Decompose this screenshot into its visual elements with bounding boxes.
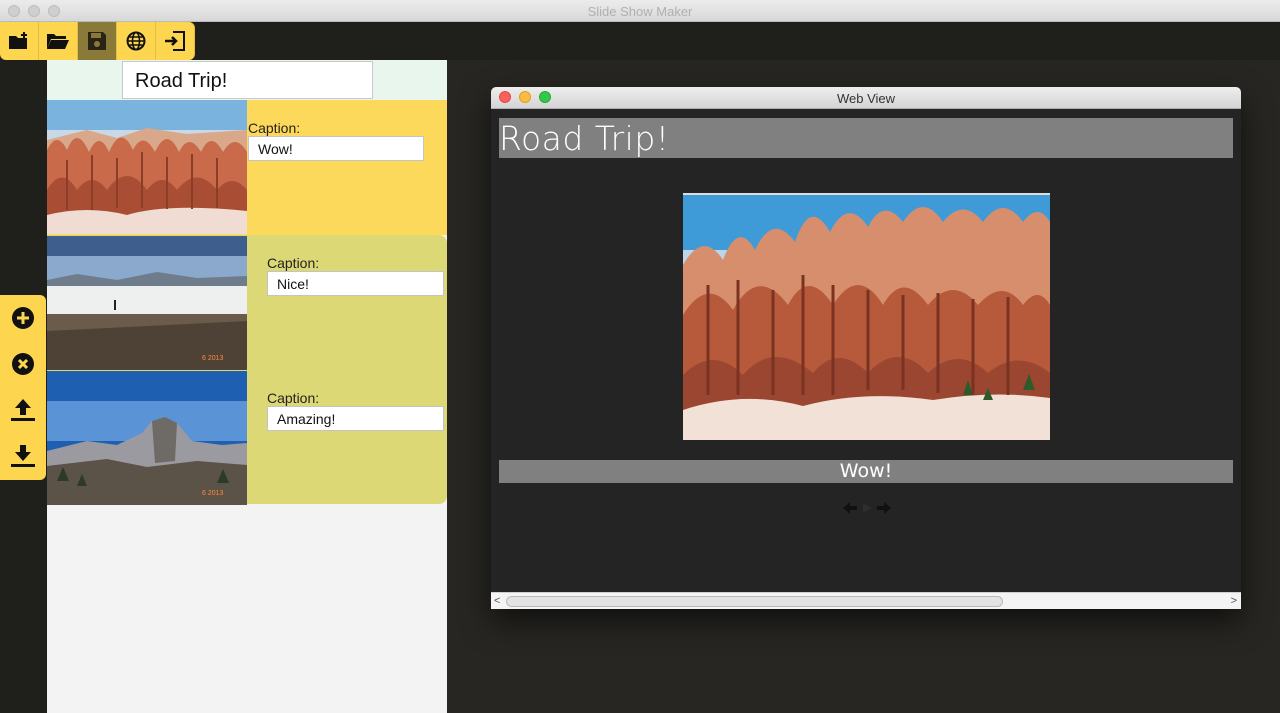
download-icon [11, 445, 35, 467]
slide-list: Caption: Wow! 6 2013 Caption: Nice! 6 20… [47, 100, 447, 505]
slideshow-title-input[interactable]: Road Trip! [122, 61, 373, 99]
svg-text:6 2013: 6 2013 [202, 490, 224, 497]
new-slideshow-button[interactable] [0, 22, 39, 60]
slide-item-2[interactable]: 6 2013 Caption: Nice! [47, 235, 447, 370]
web-view-window: Web View Road Trip! Wow! < > [491, 87, 1241, 609]
current-slide-image [683, 193, 1050, 440]
move-slide-down-button[interactable] [0, 433, 46, 479]
slide-item-1[interactable]: Caption: Wow! [47, 100, 447, 235]
globe-icon [126, 31, 146, 51]
scroll-left-icon[interactable]: < [494, 595, 500, 607]
move-slide-up-button[interactable] [0, 387, 46, 433]
slide-editor-pane: Road Trip! Caption: Wow! 6 2013 Caption:… [47, 60, 447, 713]
x-circle-icon [12, 353, 34, 375]
slide-thumbnail-half-dome[interactable]: 6 2013 [47, 371, 247, 505]
caption-label-2: Caption: [267, 255, 320, 271]
save-disk-icon [88, 32, 106, 50]
window-title: Slide Show Maker [587, 4, 693, 19]
upload-icon [11, 399, 35, 421]
open-slideshow-button[interactable] [39, 22, 78, 60]
slideshow-heading: Road Trip! [499, 118, 1233, 158]
add-slide-button[interactable] [0, 295, 46, 341]
slide-tools [0, 295, 46, 480]
scroll-right-icon[interactable]: > [1231, 595, 1237, 607]
horizontal-scrollbar[interactable]: < > [491, 592, 1241, 609]
svg-text:6 2013: 6 2013 [202, 355, 224, 362]
slide-thumbnail-bryce-canyon[interactable] [47, 100, 247, 234]
view-web-button[interactable] [117, 22, 156, 60]
web-view-title: Web View [836, 91, 896, 106]
caption-input-2[interactable]: Nice! [267, 271, 444, 296]
left-arrow-icon[interactable] [842, 501, 858, 515]
right-arrow-icon[interactable] [876, 501, 892, 515]
save-slideshow-button[interactable] [78, 22, 117, 60]
app-titlebar: Slide Show Maker [0, 0, 1280, 22]
open-folder-icon [47, 34, 69, 49]
remove-slide-button[interactable] [0, 341, 46, 387]
main-toolbar [0, 22, 195, 60]
current-slide-caption: Wow! [499, 460, 1233, 483]
slide-item-3[interactable]: 6 2013 Caption: Amazing! [47, 370, 447, 505]
new-folder-icon [9, 32, 27, 49]
plus-circle-icon [12, 307, 34, 329]
play-icon[interactable] [860, 501, 874, 515]
slide-thumbnail-salt-flats[interactable]: 6 2013 [47, 236, 247, 370]
web-view-titlebar: Web View [491, 87, 1241, 109]
caption-input-1[interactable]: Wow! [248, 136, 424, 161]
scrollbar-thumb[interactable] [506, 596, 1003, 607]
caption-input-3[interactable]: Amazing! [267, 406, 444, 431]
slide-navigation [842, 501, 892, 515]
exit-icon [165, 31, 185, 51]
exit-button[interactable] [156, 22, 195, 60]
title-band: Road Trip! [47, 60, 447, 100]
caption-label-1: Caption: [248, 120, 301, 136]
caption-label-3: Caption: [267, 390, 320, 406]
